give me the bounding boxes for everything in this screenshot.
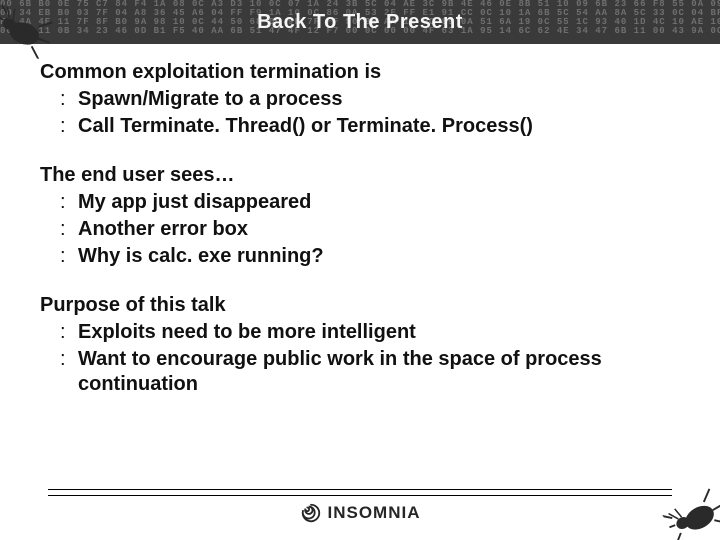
- brand-text: INSOMNIA: [328, 503, 421, 523]
- spiral-icon: [300, 502, 322, 524]
- slide-body: Common exploitation termination is Spawn…: [40, 60, 680, 421]
- section: The end user sees… My app just disappear…: [40, 163, 680, 269]
- brand: INSOMNIA: [48, 502, 672, 524]
- section: Purpose of this talk Exploits need to be…: [40, 293, 680, 397]
- bullet-item: Spawn/Migrate to a process: [60, 87, 680, 112]
- footer-rule: [48, 495, 672, 496]
- section-heading: The end user sees…: [40, 163, 680, 188]
- slide: 00 6B B0 0E 75 C7 84 F4 1A 08 0C A3 D3 1…: [0, 0, 720, 540]
- bullet-list: My app just disappeared Another error bo…: [40, 190, 680, 269]
- section: Common exploitation termination is Spawn…: [40, 60, 680, 139]
- title-banner: 00 6B B0 0E 75 C7 84 F4 1A 08 0C A3 D3 1…: [0, 0, 720, 44]
- bullet-item: Exploits need to be more intelligent: [60, 320, 680, 345]
- bullet-list: Spawn/Migrate to a process Call Terminat…: [40, 87, 680, 139]
- bullet-item: My app just disappeared: [60, 190, 680, 215]
- slide-title: Back To The Present: [257, 11, 463, 34]
- section-heading: Purpose of this talk: [40, 293, 680, 318]
- bullet-item: Call Terminate. Thread() or Terminate. P…: [60, 114, 680, 139]
- bullet-list: Exploits need to be more intelligent Wan…: [40, 320, 680, 397]
- bullet-item: Why is calc. exe running?: [60, 244, 680, 269]
- section-heading: Common exploitation termination is: [40, 60, 680, 85]
- footer-rule: [48, 489, 672, 493]
- bullet-item: Want to encourage public work in the spa…: [60, 347, 680, 397]
- bullet-item: Another error box: [60, 217, 680, 242]
- footer: INSOMNIA: [48, 489, 672, 524]
